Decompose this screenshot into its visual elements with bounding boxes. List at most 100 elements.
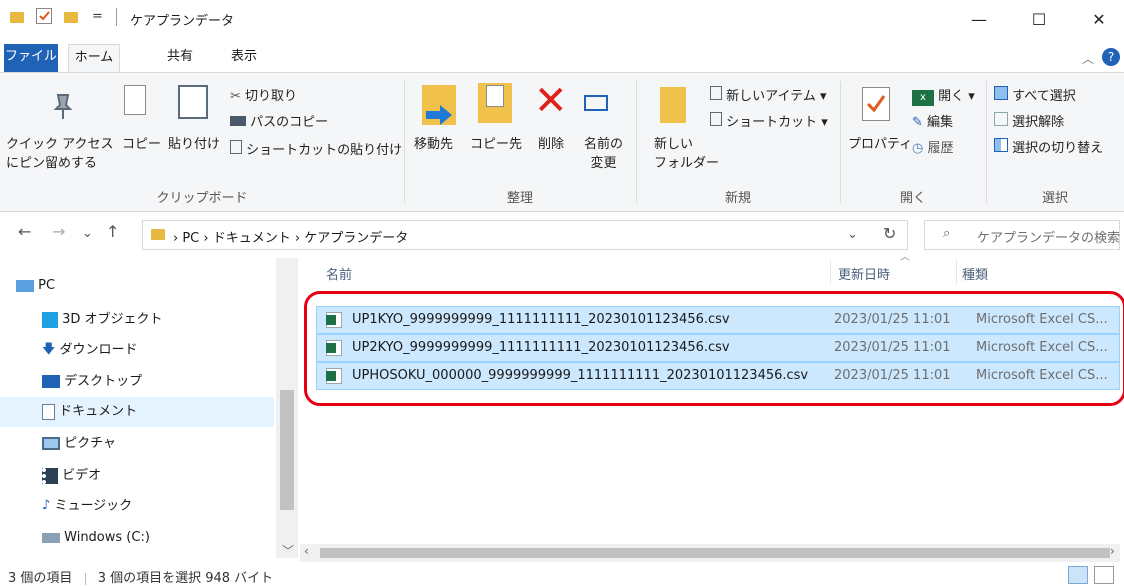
scroll-left-icon[interactable]: ‹: [304, 544, 309, 558]
nav-item-label: ビデオ: [62, 468, 102, 483]
nav-item-downloads[interactable]: 🡇 ダウンロード: [42, 336, 138, 364]
drive-icon: [42, 532, 60, 543]
copy-to-button[interactable]: コピー先: [470, 133, 522, 152]
nav-item-label: Windows (C:): [64, 530, 150, 545]
collapse-ribbon-icon[interactable]: ︿: [1082, 50, 1094, 67]
copy-icon: [124, 85, 146, 115]
large-icons-view-icon[interactable]: [1094, 566, 1114, 584]
rename-icon: [584, 95, 608, 111]
back-button[interactable]: ←: [18, 222, 31, 241]
rename-label-line1: 名前の: [584, 137, 624, 152]
column-header-type[interactable]: 種類: [962, 264, 988, 283]
sort-ascending-icon: ︿: [900, 252, 910, 263]
maximize-button[interactable]: ☐: [1016, 0, 1062, 40]
properties-quick-icon[interactable]: [36, 8, 52, 24]
recent-locations-button[interactable]: ⌄: [82, 226, 93, 241]
status-bar: 3 個の項目 3 個の項目を選択 948 バイト: [8, 567, 273, 586]
edit-label: 編集: [927, 115, 954, 130]
nav-item-label: 3D オブジェクト: [62, 312, 163, 327]
refresh-button[interactable]: ↻: [883, 224, 896, 243]
close-button[interactable]: ✕: [1076, 0, 1122, 40]
nav-item-pictures[interactable]: ピクチャ: [42, 430, 116, 458]
select-none-label: 選択解除: [1012, 115, 1065, 130]
search-placeholder: ケアプランデータの検索: [977, 231, 1121, 246]
annotation-highlight-ring: [304, 291, 1124, 406]
paste-icon: [178, 85, 208, 119]
details-view-icon[interactable]: [1068, 566, 1088, 584]
ribbon-separator: [636, 81, 637, 203]
nav-item-music[interactable]: ♪ ミュージック: [42, 492, 132, 520]
column-divider: [830, 260, 831, 284]
scroll-down-icon[interactable]: ﹀: [282, 542, 294, 559]
delete-button[interactable]: 削除: [538, 133, 564, 152]
up-button[interactable]: ↑: [106, 222, 119, 241]
move-to-button[interactable]: 移動先: [414, 133, 453, 152]
nav-scrollbar-thumb[interactable]: [280, 390, 294, 510]
new-folder-button[interactable]: 新しい フォルダー: [654, 133, 719, 171]
tab-view[interactable]: 表示: [220, 44, 268, 72]
column-divider: [956, 260, 957, 284]
nav-item-documents[interactable]: ドキュメント: [42, 398, 137, 426]
nav-item-3d-objects[interactable]: 3D オブジェクト: [42, 306, 163, 334]
tab-home[interactable]: ホーム: [68, 44, 120, 72]
shortcut-icon: [710, 112, 722, 126]
nav-item-videos[interactable]: ビデオ: [42, 462, 101, 490]
history-button[interactable]: ◷ 履歴: [912, 137, 954, 156]
breadcrumb-documents[interactable]: ドキュメント: [213, 231, 291, 246]
invert-selection-button[interactable]: 選択の切り替え: [994, 137, 1103, 156]
select-group-label: 選択: [1041, 191, 1068, 206]
tab-share[interactable]: 共有: [156, 44, 204, 72]
status-divider: [84, 572, 86, 585]
nav-item-pc[interactable]: PC: [16, 272, 55, 300]
address-bar[interactable]: › PC › ドキュメント › ケアプランデータ ⌄ ↻: [142, 220, 908, 250]
new-item-icon: [710, 86, 722, 100]
shortcut-label: ショートカット ▾: [726, 115, 828, 130]
open-button[interactable]: x 開く ▾: [912, 85, 975, 106]
breadcrumb-pc[interactable]: PC: [182, 231, 199, 246]
forward-button[interactable]: →: [52, 222, 65, 241]
ribbon-separator: [840, 81, 841, 203]
nav-item-label: ミュージック: [54, 498, 133, 514]
breadcrumb-careplan[interactable]: ケアプランデータ: [304, 231, 408, 246]
select-all-icon: [994, 86, 1008, 100]
cube-icon: [42, 311, 58, 328]
column-header-name[interactable]: 名前: [326, 264, 352, 283]
scroll-right-icon[interactable]: ›: [1110, 544, 1115, 558]
select-none-icon: [994, 112, 1008, 126]
select-all-button[interactable]: すべて選択: [994, 85, 1076, 104]
open-group-label: 開く: [899, 191, 926, 206]
pin-quick-access-button[interactable]: クイック アクセス にピン留めする: [6, 133, 113, 171]
select-none-button[interactable]: 選択解除: [994, 111, 1064, 130]
search-box[interactable]: ⌕ ケアプランデータの検索: [924, 220, 1120, 250]
new-folder-quick-icon[interactable]: [64, 12, 78, 23]
edit-button[interactable]: ✎ 編集: [912, 111, 953, 130]
pin-icon: [53, 94, 73, 119]
column-header-date[interactable]: 更新日時: [838, 264, 890, 283]
status-selection: 3 個の項目を選択 948 バイト: [97, 571, 274, 586]
nav-item-windows-c[interactable]: Windows (C:): [42, 524, 150, 552]
properties-button[interactable]: プロパティ: [848, 133, 912, 152]
paste-shortcut-icon: [230, 140, 242, 154]
copy-button[interactable]: コピー: [122, 133, 161, 152]
minimize-button[interactable]: —: [956, 0, 1002, 40]
customize-quick-access-icon[interactable]: =: [92, 9, 103, 24]
window-title: ケアプランデータ: [130, 14, 235, 29]
new-item-button[interactable]: 新しいアイテム ▾: [710, 85, 827, 104]
rename-button[interactable]: 名前の 変更: [584, 133, 623, 171]
list-horizontal-scrollbar-thumb[interactable]: [320, 548, 1110, 558]
nav-item-label: デスクトップ: [64, 374, 143, 389]
paste-shortcut-button[interactable]: ショートカットの貼り付け: [230, 139, 402, 158]
tab-file[interactable]: ファイル: [4, 44, 58, 72]
copy-path-label: パスのコピー: [250, 115, 329, 130]
nav-item-desktop[interactable]: デスクトップ: [42, 368, 142, 396]
help-icon[interactable]: ?: [1102, 48, 1120, 66]
edit-icon: ✎: [912, 115, 923, 130]
shortcut-button[interactable]: ショートカット ▾: [710, 111, 828, 130]
move-to-icon: [422, 85, 456, 125]
cut-button[interactable]: ✂ 切り取り: [230, 85, 297, 104]
picture-icon: [42, 437, 60, 450]
invert-selection-label: 選択の切り替え: [1012, 141, 1104, 156]
copy-path-button[interactable]: パスのコピー: [230, 111, 328, 130]
paste-button[interactable]: 貼り付け: [168, 133, 220, 152]
address-dropdown-button[interactable]: ⌄: [847, 227, 858, 242]
